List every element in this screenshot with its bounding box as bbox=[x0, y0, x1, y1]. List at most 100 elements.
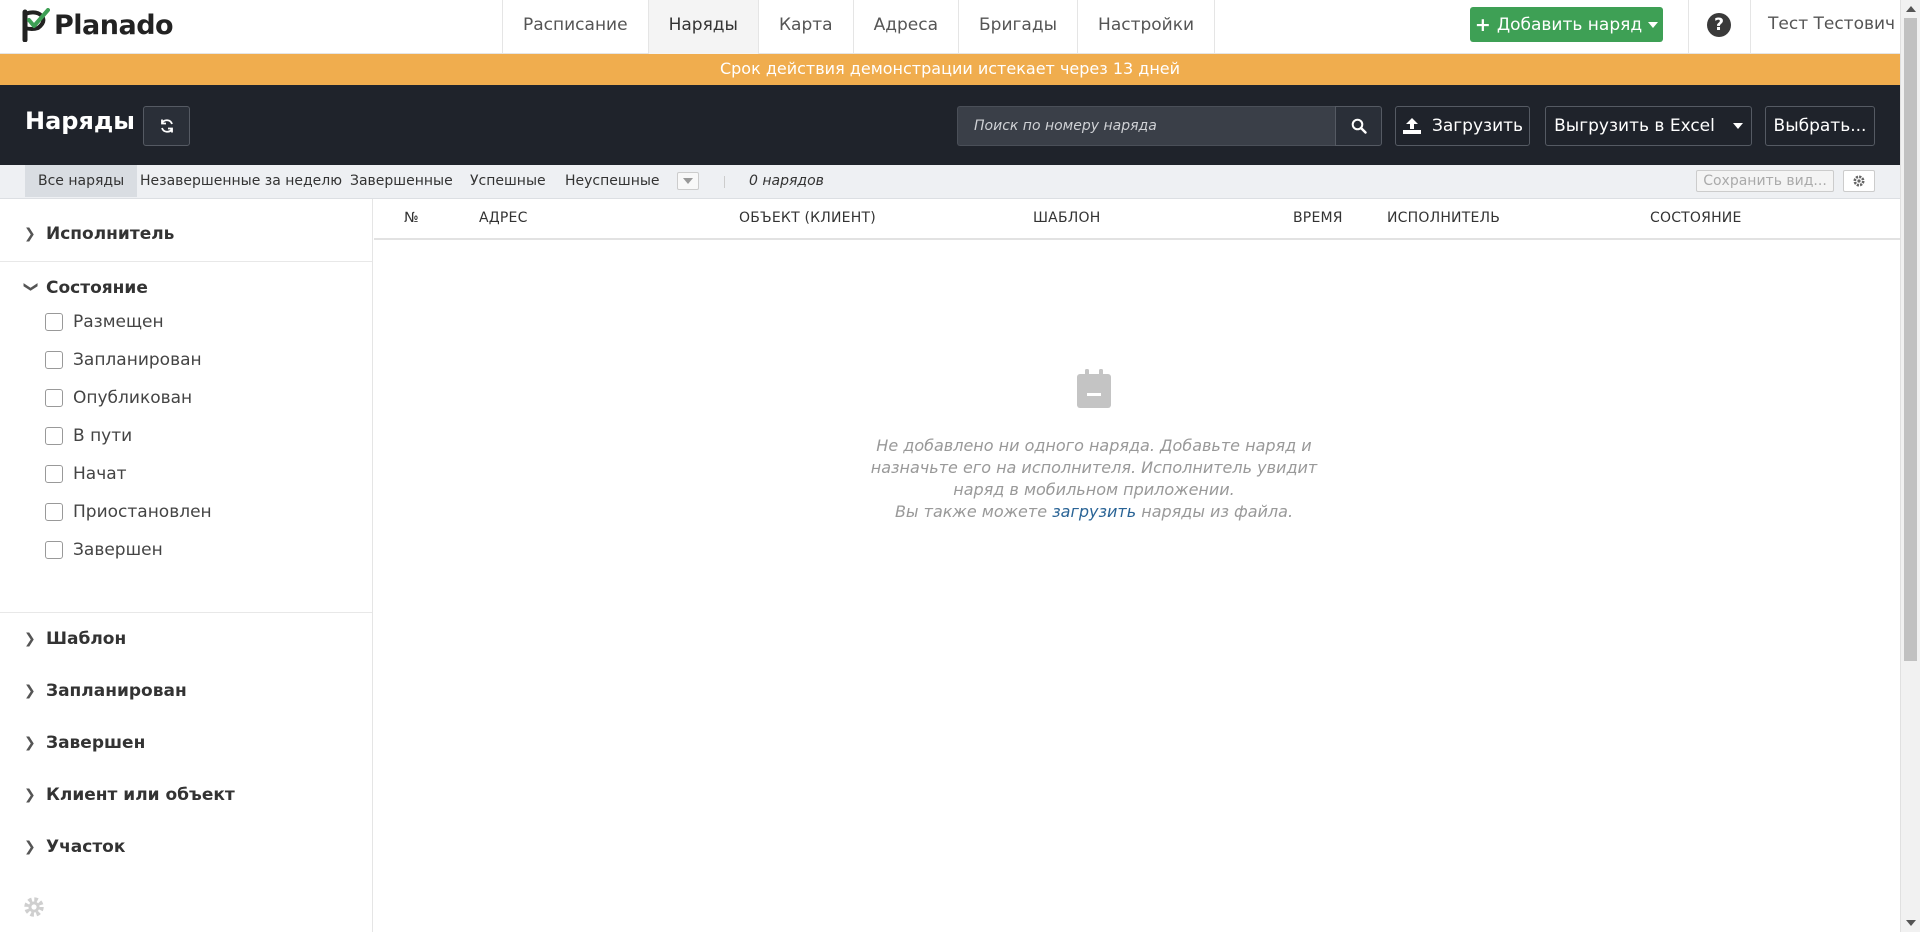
status-option-finished[interactable]: Завершен bbox=[0, 531, 372, 569]
select-label: Выбрать... bbox=[1773, 116, 1867, 136]
search-button[interactable] bbox=[1335, 106, 1382, 146]
empty-line-1: Не добавлено ни одного наряда. Добавьте … bbox=[876, 436, 1312, 455]
column-number[interactable]: № bbox=[404, 210, 419, 226]
status-option-label: Запланирован bbox=[73, 350, 202, 370]
empty-line-4: Вы также можете загрузить наряды из файл… bbox=[854, 501, 1334, 523]
upload-button[interactable]: Загрузить bbox=[1395, 106, 1530, 146]
calendar-minus-icon bbox=[1077, 369, 1111, 408]
chevron-right-icon: ❯ bbox=[24, 735, 36, 751]
filter-performer-label: Исполнитель bbox=[46, 224, 175, 244]
scrollbar-thumb[interactable] bbox=[1904, 18, 1917, 661]
column-time[interactable]: ВРЕМЯ bbox=[1293, 210, 1343, 226]
empty-state-text: Не добавлено ни одного наряда. Добавьте … bbox=[854, 435, 1334, 523]
checkbox[interactable] bbox=[45, 465, 63, 483]
view-settings-button[interactable] bbox=[1843, 170, 1875, 192]
status-option-label: В пути bbox=[73, 426, 133, 446]
filter-template: ❯ Шаблон bbox=[0, 624, 372, 654]
status-option-label: Начат bbox=[73, 464, 127, 484]
upload-link[interactable]: загрузить bbox=[1052, 502, 1136, 521]
filter-sidebar: ❯ Исполнитель ❯ Состояние Размещен Запла… bbox=[0, 199, 373, 932]
nav-schedule[interactable]: Расписание bbox=[503, 0, 649, 54]
checkbox[interactable] bbox=[45, 389, 63, 407]
filter-status: ❯ Состояние Размещен Запланирован Опубли… bbox=[0, 273, 372, 569]
checkbox[interactable] bbox=[45, 541, 63, 559]
scroll-down-arrow-icon[interactable] bbox=[1906, 920, 1916, 926]
filter-client-label: Клиент или объект bbox=[46, 785, 235, 805]
chevron-right-icon: ❯ bbox=[24, 631, 36, 647]
refresh-button[interactable] bbox=[143, 106, 190, 146]
filter-area: ❯ Участок bbox=[0, 832, 372, 862]
checkbox[interactable] bbox=[45, 351, 63, 369]
column-template[interactable]: ШАБЛОН bbox=[1033, 210, 1100, 226]
chevron-down-icon: ❯ bbox=[23, 281, 39, 293]
scroll-up-arrow-icon[interactable] bbox=[1906, 6, 1916, 12]
page-title: Наряды bbox=[25, 107, 135, 135]
status-option-label: Размещен bbox=[73, 312, 164, 332]
empty-line-4-after: наряды из файла. bbox=[1136, 502, 1294, 521]
export-excel-label: Выгрузить в Excel bbox=[1554, 116, 1715, 136]
empty-line-2: назначьте его на исполнителя. Исполнител… bbox=[870, 458, 1318, 477]
more-tabs-dropdown[interactable] bbox=[677, 172, 699, 190]
status-option-en-route[interactable]: В пути bbox=[0, 417, 372, 455]
nav-settings[interactable]: Настройки bbox=[1078, 0, 1216, 54]
filter-area-toggle[interactable]: ❯ Участок bbox=[0, 832, 372, 862]
filter-tabs: Все наряды Незавершенные за неделю Завер… bbox=[0, 165, 1900, 199]
select-button[interactable]: Выбрать... bbox=[1765, 106, 1875, 146]
filter-client-toggle[interactable]: ❯ Клиент или объект bbox=[0, 780, 372, 810]
column-performer[interactable]: ИСПОЛНИТЕЛЬ bbox=[1387, 210, 1500, 226]
tab-successful[interactable]: Успешные bbox=[457, 165, 559, 197]
demo-expiry-banner: Срок действия демонстрации истекает чере… bbox=[0, 54, 1900, 85]
status-option-started[interactable]: Начат bbox=[0, 455, 372, 493]
filter-template-toggle[interactable]: ❯ Шаблон bbox=[0, 624, 372, 654]
column-status[interactable]: СОСТОЯНИЕ bbox=[1650, 210, 1742, 226]
checkbox[interactable] bbox=[45, 503, 63, 521]
tab-completed[interactable]: Завершенные bbox=[337, 165, 466, 197]
caret-down-icon bbox=[1648, 21, 1659, 28]
checkbox[interactable] bbox=[45, 313, 63, 331]
status-option-suspended[interactable]: Приостановлен bbox=[0, 493, 372, 531]
chevron-right-icon: ❯ bbox=[24, 683, 36, 699]
chevron-right-icon: ❯ bbox=[24, 226, 36, 242]
gear-icon bbox=[1853, 175, 1865, 187]
empty-line-3: наряд в мобильном приложении. bbox=[953, 480, 1235, 499]
sidebar-divider bbox=[0, 261, 372, 262]
plus-icon: + bbox=[1474, 13, 1491, 36]
tab-unsuccessful[interactable]: Неуспешные bbox=[552, 165, 673, 197]
user-menu[interactable]: Тест Тестович bbox=[1768, 0, 1895, 48]
tab-all-orders[interactable]: Все наряды bbox=[25, 165, 138, 197]
orders-table: № АДРЕС ОБЪЕКТ (КЛИЕНТ) ШАБЛОН ВРЕМЯ ИСП… bbox=[374, 199, 1900, 932]
column-address[interactable]: АДРЕС bbox=[479, 210, 528, 226]
nav-teams[interactable]: Бригады bbox=[959, 0, 1079, 54]
tab-incomplete-week[interactable]: Незавершенные за неделю bbox=[127, 165, 355, 197]
sidebar-divider bbox=[0, 612, 372, 613]
question-circle-icon[interactable]: ? bbox=[1707, 13, 1731, 37]
checkbox[interactable] bbox=[45, 427, 63, 445]
nav-map[interactable]: Карта bbox=[759, 0, 854, 54]
table-header: № АДРЕС ОБЪЕКТ (КЛИЕНТ) ШАБЛОН ВРЕМЯ ИСП… bbox=[374, 199, 1900, 240]
nav-orders[interactable]: Наряды bbox=[648, 0, 759, 54]
logo-icon bbox=[22, 8, 50, 42]
empty-line-4-before: Вы также можете bbox=[894, 502, 1053, 521]
filter-status-toggle[interactable]: ❯ Состояние bbox=[0, 273, 372, 303]
status-option-published[interactable]: Опубликован bbox=[0, 379, 372, 417]
page-scrollbar[interactable] bbox=[1900, 0, 1920, 932]
status-option-placed[interactable]: Размещен bbox=[0, 303, 372, 341]
column-object-client[interactable]: ОБЪЕКТ (КЛИЕНТ) bbox=[739, 210, 876, 226]
caret-down-icon bbox=[683, 178, 693, 184]
filter-client: ❯ Клиент или объект bbox=[0, 780, 372, 810]
chevron-right-icon: ❯ bbox=[24, 787, 36, 803]
status-option-scheduled[interactable]: Запланирован bbox=[0, 341, 372, 379]
filter-area-label: Участок bbox=[46, 837, 126, 857]
save-view-button[interactable]: Сохранить вид... bbox=[1696, 170, 1834, 192]
refresh-icon bbox=[160, 119, 173, 133]
search-input[interactable] bbox=[957, 106, 1335, 146]
filter-scheduled-toggle[interactable]: ❯ Запланирован bbox=[0, 676, 372, 706]
add-order-button[interactable]: + Добавить наряд bbox=[1470, 7, 1663, 42]
export-excel-button[interactable]: Выгрузить в Excel bbox=[1545, 106, 1752, 146]
top-navbar: Planado Расписание Наряды Карта Адреса Б… bbox=[0, 0, 1900, 54]
sidebar-settings-button[interactable] bbox=[22, 895, 46, 923]
filter-finished-toggle[interactable]: ❯ Завершен bbox=[0, 728, 372, 758]
filter-performer-toggle[interactable]: ❯ Исполнитель bbox=[0, 219, 372, 249]
nav-addresses[interactable]: Адреса bbox=[854, 0, 959, 54]
planado-logo[interactable]: Planado bbox=[22, 8, 174, 42]
